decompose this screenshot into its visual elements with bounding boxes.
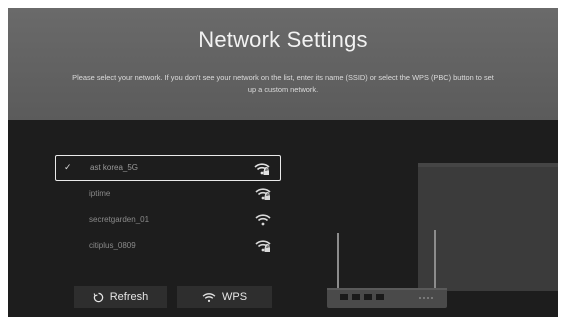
network-settings-screen: Network Settings Please select your netw… <box>8 8 558 317</box>
router-body <box>327 288 447 308</box>
router-antenna-left <box>337 233 339 288</box>
network-name: iptime <box>89 189 111 198</box>
wps-label: WPS <box>221 291 248 303</box>
tv-back-panel <box>418 163 558 291</box>
page-description: Please select your network. If you don't… <box>72 73 494 94</box>
router-antenna-right <box>434 230 436 290</box>
network-item[interactable]: secretgarden_01 <box>55 207 281 233</box>
refresh-icon <box>93 292 103 302</box>
network-item[interactable]: citiplus_0809 <box>55 233 281 259</box>
page-title: Network Settings <box>198 27 368 52</box>
wifi-lock-icon <box>255 240 271 252</box>
wps-button[interactable]: WPS <box>177 286 272 308</box>
header: Network Settings Please select your netw… <box>8 8 558 120</box>
network-item[interactable]: iptime <box>55 181 281 207</box>
router-ports-icon <box>340 294 384 300</box>
network-item[interactable]: ✓ ast korea_5G <box>55 155 281 181</box>
wifi-icon <box>202 292 216 302</box>
network-list: ✓ ast korea_5G iptime secretgarden_01 ci… <box>55 155 281 259</box>
wifi-lock-icon <box>254 163 270 175</box>
network-name: ast korea_5G <box>90 163 139 172</box>
checkmark-icon: ✓ <box>64 162 72 172</box>
wifi-lock-icon <box>255 188 271 200</box>
wifi-icon <box>255 214 271 226</box>
refresh-button[interactable]: Refresh <box>74 286 167 308</box>
router-leds-icon <box>419 297 433 299</box>
network-name: secretgarden_01 <box>89 215 150 224</box>
network-name: citiplus_0809 <box>89 241 136 250</box>
refresh-label: Refresh <box>109 291 149 303</box>
